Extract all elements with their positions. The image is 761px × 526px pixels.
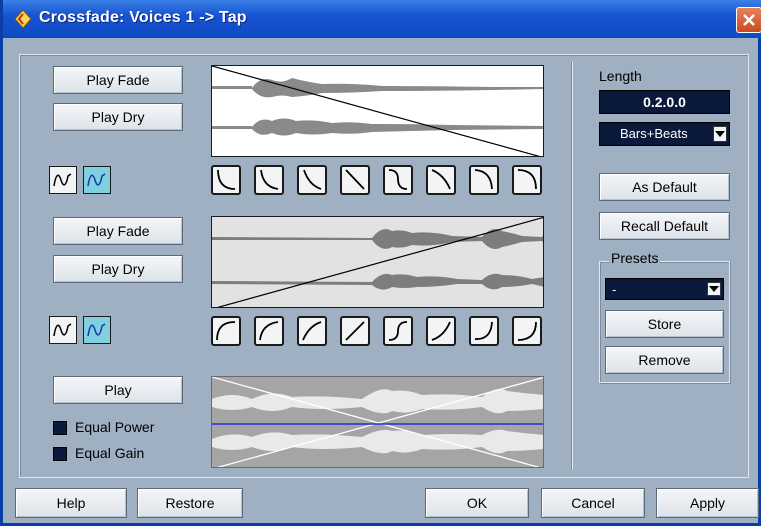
fade-in-curve-3-button[interactable] <box>297 316 327 346</box>
length-format-value: Bars+Beats <box>620 126 688 141</box>
fade-out-curve-2-button[interactable] <box>254 165 284 195</box>
presets-value: - <box>612 282 617 297</box>
restore-button[interactable]: Restore <box>137 488 243 518</box>
fade-in-damped-mode-button[interactable] <box>83 316 111 344</box>
curve-preset-icon <box>431 169 451 190</box>
equal-power-checkbox[interactable] <box>53 421 67 435</box>
curve-preset-icon <box>431 321 451 341</box>
fade-in-play-dry-button[interactable]: Play Dry <box>53 255 183 283</box>
fade-in-curve-2-button[interactable] <box>254 316 284 346</box>
fade-out-spline-mode-button[interactable] <box>49 166 77 194</box>
crossfade-dialog: Crossfade: Voices 1 -> Tap Play Fade Pla… <box>0 0 761 526</box>
apply-button[interactable]: Apply <box>656 488 759 518</box>
fade-out-curve-6-button[interactable] <box>426 165 456 195</box>
fade-in-curve-8-button[interactable] <box>512 316 542 346</box>
length-format-dropdown[interactable]: Bars+Beats <box>599 122 730 146</box>
damped-curve-icon <box>87 323 106 337</box>
fade-out-curve-4-button[interactable] <box>340 165 370 195</box>
close-button[interactable] <box>736 7 761 33</box>
ok-button[interactable]: OK <box>425 488 529 518</box>
equal-gain-label: Equal Gain <box>75 445 145 461</box>
curve-preset-icon <box>302 321 322 341</box>
close-icon <box>743 14 755 26</box>
fade-out-play-dry-button[interactable]: Play Dry <box>53 103 183 131</box>
recall-default-button[interactable]: Recall Default <box>599 212 730 240</box>
curve-preset-icon <box>388 321 408 341</box>
curve-preset-icon <box>388 169 408 190</box>
curve-preset-icon <box>474 321 493 340</box>
spline-curve-icon <box>53 323 72 337</box>
curve-preset-icon <box>345 321 365 341</box>
presets-label: Presets <box>609 250 661 266</box>
equal-gain-checkbox[interactable] <box>53 447 67 461</box>
cancel-button[interactable]: Cancel <box>541 488 645 518</box>
equal-power-label: Equal Power <box>75 419 155 435</box>
curve-preset-icon <box>474 169 493 190</box>
fade-out-damped-mode-button[interactable] <box>83 166 111 194</box>
fade-out-curve-5-button[interactable] <box>383 165 413 195</box>
fade-in-curve-1-button[interactable] <box>211 316 241 346</box>
fade-in-curve-7-button[interactable] <box>469 316 499 346</box>
cubase-logo-icon <box>14 9 32 29</box>
curve-preset-icon <box>303 169 322 190</box>
spline-curve-icon <box>53 173 72 187</box>
fade-out-curve-1-button[interactable] <box>211 165 241 195</box>
divider <box>571 62 573 470</box>
fade-out-curve-3-button[interactable] <box>297 165 327 195</box>
presets-dropdown[interactable]: - <box>605 278 724 300</box>
fade-in-waveform <box>211 216 544 308</box>
remove-preset-button[interactable]: Remove <box>605 346 724 374</box>
fade-in-play-fade-button[interactable]: Play Fade <box>53 217 183 245</box>
fade-in-curve-4-button[interactable] <box>340 316 370 346</box>
fade-out-play-fade-button[interactable]: Play Fade <box>53 66 183 94</box>
fade-in-curve-6-button[interactable] <box>426 316 456 346</box>
fade-in-spline-mode-button[interactable] <box>49 316 77 344</box>
help-button[interactable]: Help <box>15 488 127 518</box>
curve-preset-icon <box>517 321 537 341</box>
window-title: Crossfade: Voices 1 -> Tap <box>39 9 247 26</box>
chevron-down-icon[interactable] <box>713 126 727 142</box>
curve-preset-icon <box>216 321 236 341</box>
curve-preset-icon <box>260 169 279 190</box>
fade-out-waveform <box>211 65 544 157</box>
fade-out-curve-7-button[interactable] <box>469 165 499 195</box>
curve-preset-icon <box>259 321 279 341</box>
as-default-button[interactable]: As Default <box>599 173 730 201</box>
title-bar: Crossfade: Voices 1 -> Tap <box>3 0 761 38</box>
length-value-field[interactable]: 0.2.0.0 <box>599 90 730 114</box>
fade-in-curve-5-button[interactable] <box>383 316 413 346</box>
curve-preset-icon <box>517 169 537 190</box>
fade-out-curve-8-button[interactable] <box>512 165 542 195</box>
crossfade-waveform <box>211 376 544 468</box>
curve-preset-icon <box>345 169 365 190</box>
chevron-down-icon[interactable] <box>707 282 721 296</box>
store-preset-button[interactable]: Store <box>605 310 724 338</box>
curve-preset-icon <box>217 169 236 190</box>
length-label: Length <box>599 68 642 84</box>
play-crossfade-button[interactable]: Play <box>53 376 183 404</box>
damped-curve-icon <box>87 173 106 187</box>
